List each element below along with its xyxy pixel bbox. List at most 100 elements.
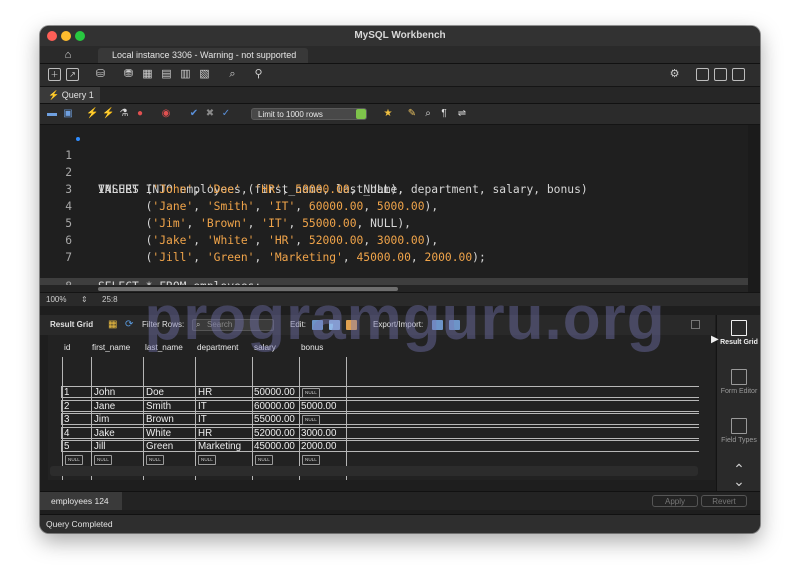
- delete-row-icon[interactable]: [346, 320, 357, 330]
- preferences-gear-icon[interactable]: ⚙: [668, 68, 681, 81]
- toggle-output-icon[interactable]: [714, 68, 727, 81]
- cell-id[interactable]: 3: [64, 414, 69, 426]
- cell-salary[interactable]: 50000.00: [254, 387, 295, 399]
- revert-button[interactable]: Revert: [701, 495, 747, 507]
- tab-query-1[interactable]: ⚡ Query 1: [40, 87, 100, 103]
- cell-id[interactable]: 4: [64, 428, 69, 440]
- create-view-icon[interactable]: ▤: [160, 68, 173, 81]
- open-sql-file-icon[interactable]: ↗: [66, 68, 79, 81]
- column-header-salary[interactable]: salary: [254, 341, 276, 355]
- new-sql-tab-icon[interactable]: ＋: [48, 68, 61, 81]
- search-table-data-icon[interactable]: ⌕: [226, 68, 239, 81]
- cell-bonus[interactable]: 2000.00: [301, 441, 336, 453]
- export-icon[interactable]: [432, 320, 443, 330]
- create-schema-icon[interactable]: ⛃: [122, 68, 135, 81]
- toggle-sidebar-icon[interactable]: [696, 68, 709, 81]
- editor-scroll-thumb[interactable]: [98, 287, 398, 291]
- toggle-secondary-sidebar-icon[interactable]: [732, 68, 745, 81]
- import-icon[interactable]: [449, 320, 460, 330]
- stop-icon[interactable]: ●: [134, 108, 146, 120]
- null-badge[interactable]: NULL: [65, 455, 83, 465]
- beautify-star-icon[interactable]: ★: [382, 108, 394, 120]
- null-badge[interactable]: NULL: [255, 455, 273, 465]
- cell-last-name[interactable]: Smith: [146, 401, 171, 413]
- grid-view-icon[interactable]: ▦: [108, 315, 117, 335]
- edit-row-icon[interactable]: [312, 320, 323, 330]
- execute-icon[interactable]: ⚡: [86, 108, 98, 120]
- find-replace-icon[interactable]: ⌕: [422, 108, 434, 120]
- zoom-level[interactable]: 100%: [46, 293, 66, 306]
- cell-last-name[interactable]: White: [146, 428, 171, 440]
- column-header-bonus[interactable]: bonus: [301, 341, 323, 355]
- cell-bonus[interactable]: 5000.00: [301, 401, 336, 413]
- explain-icon[interactable]: ⚗: [118, 108, 130, 120]
- zoom-stepper-icon[interactable]: ⇕: [81, 293, 88, 306]
- column-header-id[interactable]: id: [64, 341, 70, 355]
- cell-department[interactable]: IT: [198, 401, 207, 413]
- home-tab[interactable]: ⌂: [40, 46, 96, 63]
- cell-first-name[interactable]: Jane: [94, 401, 115, 413]
- cell-salary[interactable]: 45000.00: [254, 441, 295, 453]
- tab-employees-result[interactable]: employees 124: [40, 492, 122, 510]
- workbench-window: MySQL Workbench ⌂ Local instance 3306 - …: [40, 26, 760, 533]
- editor-vertical-scrollbar[interactable]: [748, 125, 760, 292]
- column-header-last-name[interactable]: last_name: [145, 341, 183, 355]
- cell-department[interactable]: IT: [198, 414, 207, 426]
- column-header-first-name[interactable]: first_name: [92, 341, 130, 355]
- connection-tab[interactable]: Local instance 3306 - Warning - not supp…: [98, 48, 308, 63]
- field-types-panel-button[interactable]: Field Types: [717, 418, 760, 445]
- limit-rows-select[interactable]: Limit to 1000 rows: [251, 108, 367, 120]
- toggle-continue-on-error-icon[interactable]: ◉: [160, 108, 172, 120]
- grid-horizontal-scrollbar[interactable]: [50, 466, 698, 476]
- null-badge[interactable]: NULL: [302, 415, 320, 425]
- autocommit-icon[interactable]: ✓: [220, 108, 232, 120]
- commit-icon[interactable]: ✔: [188, 108, 200, 120]
- word-wrap-icon[interactable]: ⇌: [456, 108, 468, 120]
- null-badge[interactable]: NULL: [94, 455, 112, 465]
- cell-bonus[interactable]: 3000.00: [301, 428, 336, 440]
- cell-salary[interactable]: 55000.00: [254, 414, 295, 426]
- cell-first-name[interactable]: Jill: [94, 441, 105, 453]
- save-icon[interactable]: ▣: [62, 108, 74, 120]
- cell-department[interactable]: HR: [198, 428, 212, 440]
- cell-id[interactable]: 1: [64, 387, 69, 399]
- null-badge[interactable]: NULL: [302, 455, 320, 465]
- create-procedure-icon[interactable]: ▥: [179, 68, 192, 81]
- cell-department[interactable]: Marketing: [198, 441, 241, 453]
- cell-salary[interactable]: 60000.00: [254, 401, 295, 413]
- cell-salary[interactable]: 52000.00: [254, 428, 295, 440]
- sql-editor[interactable]: 1 INSERT INTO employees (first_name, las…: [40, 125, 760, 295]
- form-editor-panel-button[interactable]: Form Editor: [717, 369, 760, 396]
- rollback-icon[interactable]: ✖: [204, 108, 216, 120]
- cell-last-name[interactable]: Green: [146, 441, 173, 453]
- cell-id[interactable]: 2: [64, 401, 69, 413]
- open-folder-icon[interactable]: ▬: [46, 108, 58, 120]
- wrap-cell-icon[interactable]: [691, 320, 700, 329]
- result-grid[interactable]: id first_name last_name department salar…: [48, 335, 715, 480]
- execute-current-icon[interactable]: ⚡: [102, 108, 114, 120]
- null-badge[interactable]: NULL: [198, 455, 216, 465]
- cell-first-name[interactable]: Jim: [94, 414, 109, 426]
- insert-row-icon[interactable]: [329, 320, 340, 330]
- schema-inspector-icon[interactable]: ⛁: [94, 68, 107, 81]
- null-badge[interactable]: NULL: [302, 388, 320, 398]
- column-header-department[interactable]: department: [197, 341, 238, 355]
- create-table-icon[interactable]: ▦: [141, 68, 154, 81]
- cell-first-name[interactable]: John: [94, 387, 115, 399]
- cell-id[interactable]: 5: [64, 441, 69, 453]
- create-function-icon[interactable]: ▧: [198, 68, 211, 81]
- filter-rows-input[interactable]: ⌕ Search: [192, 319, 274, 331]
- cell-last-name[interactable]: Doe: [146, 387, 164, 399]
- beautify-brush-icon[interactable]: ✎: [406, 108, 418, 120]
- cell-last-name[interactable]: Brown: [146, 414, 174, 426]
- result-grid-panel-button[interactable]: Result Grid: [717, 320, 760, 347]
- cell-department[interactable]: HR: [198, 387, 212, 399]
- null-badge[interactable]: NULL: [146, 455, 164, 465]
- lightning-icon: ⚡: [48, 90, 60, 100]
- refresh-icon[interactable]: ⟳: [125, 315, 133, 335]
- cell-first-name[interactable]: Jake: [94, 428, 115, 440]
- apply-button[interactable]: Apply: [652, 495, 698, 507]
- reconnect-icon[interactable]: ⚲: [252, 68, 265, 81]
- invisible-chars-icon[interactable]: ¶: [438, 108, 450, 120]
- panel-scroll-chevron-icon[interactable]: ⌃ ⌄: [717, 462, 760, 488]
